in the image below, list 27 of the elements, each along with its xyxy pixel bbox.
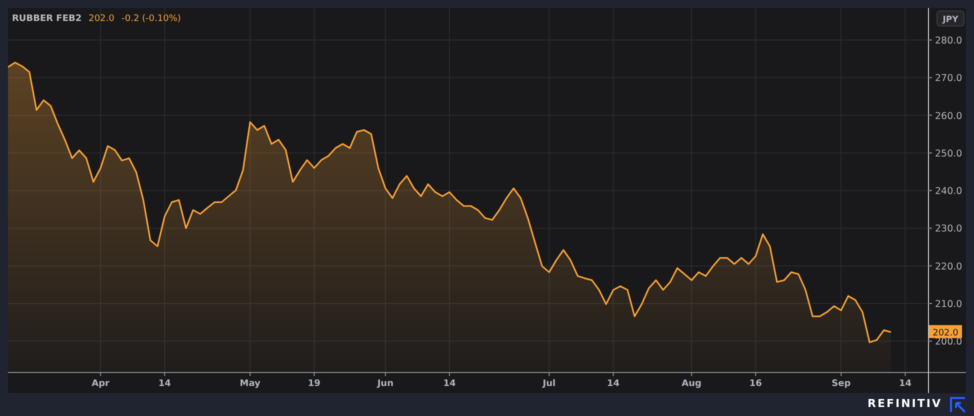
y-axis-label: 260.0 [935,110,962,122]
x-axis-label: 16 [749,379,762,389]
price-change: -0.2 (-0.10%) [122,14,181,24]
x-axis-label: Jul [542,379,556,389]
x-axis-label: 14 [898,379,912,389]
y-axis-label: 240.0 [935,186,962,198]
x-axis-label: Sep [832,379,851,389]
y-axis-label: 230.0 [935,224,962,235]
last-price: 202.0 [88,14,114,24]
y-axis-label: 280.0 [935,36,962,46]
x-axis-label: 14 [158,379,171,389]
y-axis-label: 270.0 [935,73,962,84]
x-axis-label: Apr [92,379,110,389]
y-axis-label: 210.0 [935,299,962,310]
x-axis-label: 14 [607,379,620,389]
x-axis-label: 14 [443,379,456,389]
currency-badge: JPY [936,10,964,26]
y-axis-label: 220.0 [935,261,962,272]
x-axis-label: Jun [377,379,394,389]
symbol-name: RUBBER FEB2 [12,14,82,24]
y-axis-label: 250.0 [935,148,962,160]
logo-icon [950,396,966,412]
x-axis-label: May [240,379,260,389]
brand-name: REFINITIV [868,396,942,412]
x-axis-label: Aug [682,379,702,389]
last-price-tag: 202.0 [929,325,962,339]
x-axis-label: 19 [308,379,320,389]
